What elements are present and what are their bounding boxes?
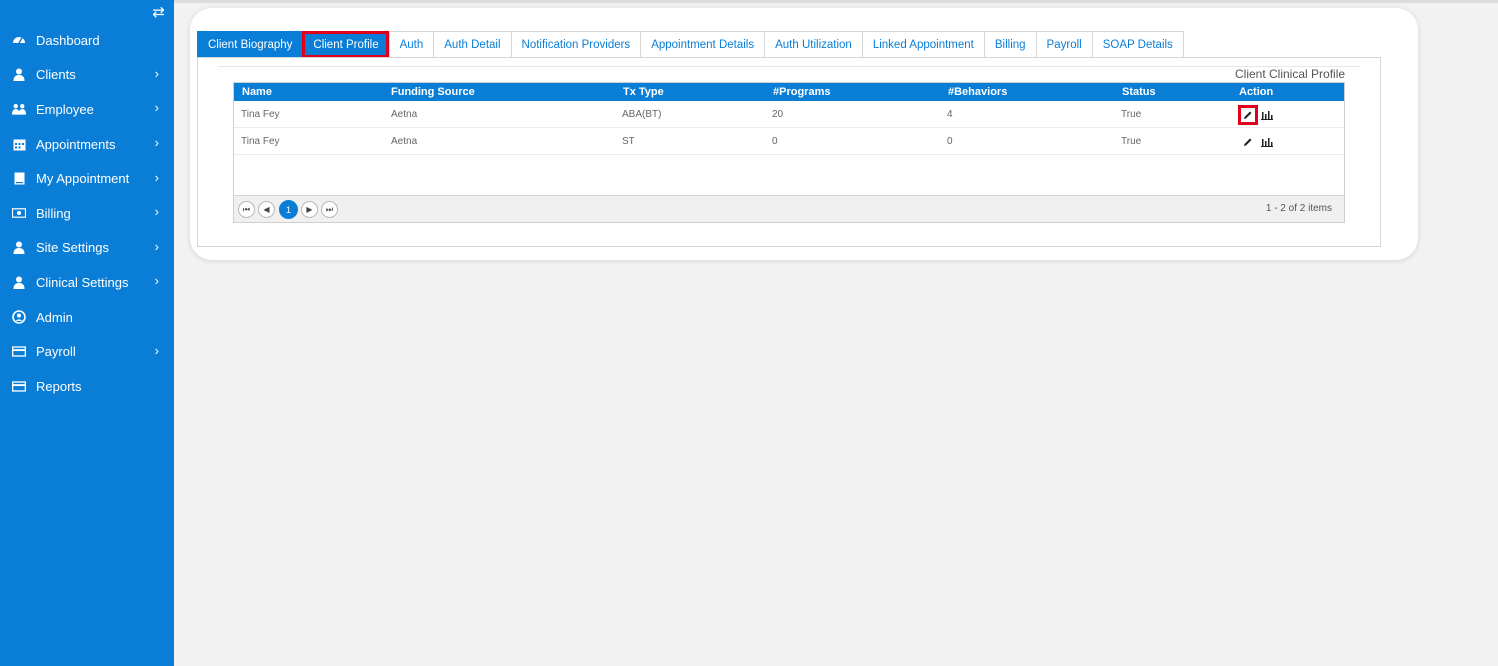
bar-chart-icon: [1261, 111, 1273, 120]
panel-title: Client Clinical Profile: [1235, 67, 1346, 81]
user-icon: [12, 275, 26, 289]
sidebar-item-employee[interactable]: Employee ›: [0, 92, 174, 127]
sidebar-item-label: Billing: [36, 205, 71, 221]
column-header-tx-type[interactable]: Tx Type: [623, 86, 664, 98]
tab-auth-utilization[interactable]: Auth Utilization: [764, 31, 862, 58]
clinical-profile-grid: Name Funding Source Tx Type #Programs #B…: [233, 82, 1345, 223]
column-header-behaviors[interactable]: #Behaviors: [948, 86, 1007, 98]
column-header-funding-source[interactable]: Funding Source: [391, 86, 475, 98]
table-row: Tina Fey Aetna ABA(BT) 20 4 True: [234, 101, 1344, 128]
user-icon: [12, 68, 26, 82]
cell-tx-type: ST: [622, 136, 635, 147]
tab-billing[interactable]: Billing: [983, 31, 1036, 58]
page-1-button[interactable]: 1: [279, 200, 298, 219]
chevron-right-icon: ›: [154, 135, 159, 151]
card-icon: [12, 379, 26, 393]
sidebar-item-label: Payroll: [36, 344, 76, 360]
column-header-status[interactable]: Status: [1122, 86, 1156, 98]
cell-funding-source: Aetna: [391, 109, 418, 120]
edit-button[interactable]: [1238, 132, 1258, 152]
dashboard-icon: [12, 33, 26, 47]
sidebar-item-label: Admin: [36, 309, 73, 325]
chart-button[interactable]: [1260, 108, 1274, 122]
cell-status: True: [1121, 109, 1142, 120]
tab-bar: Client Biography Client Profile Auth Aut…: [197, 31, 1184, 58]
calendar-icon: [12, 137, 26, 151]
sidebar-item-label: Employee: [36, 101, 94, 117]
sidebar-item-billing[interactable]: Billing ›: [0, 196, 174, 231]
user-icon: [12, 241, 26, 255]
edit-button[interactable]: [1238, 105, 1258, 125]
sidebar-item-label: Reports: [36, 378, 82, 394]
sidebar-toggle-icon[interactable]: ⇄: [152, 5, 165, 20]
bar-chart-icon: [1261, 138, 1273, 147]
sidebar-item-site-settings[interactable]: Site Settings ›: [0, 231, 174, 266]
sidebar-item-label: Clients: [36, 67, 76, 83]
cell-status: True: [1121, 136, 1142, 147]
sidebar-item-label: My Appointment: [36, 171, 130, 187]
grid-pager: ⏮ ◀ 1 ▶ ⏭ 1 - 2 of 2 items: [234, 195, 1344, 222]
chevron-right-icon: ›: [154, 65, 159, 81]
sidebar-nav: Dashboard Clients › Employee › Appointme…: [0, 23, 174, 404]
tab-auth-detail[interactable]: Auth Detail: [433, 31, 511, 58]
table-row: Tina Fey Aetna ST 0 0 True: [234, 128, 1344, 155]
pager-info: 1 - 2 of 2 items: [1265, 203, 1332, 214]
tab-auth[interactable]: Auth: [388, 31, 434, 58]
tab-payroll[interactable]: Payroll: [1035, 31, 1092, 58]
tab-linked-appointment[interactable]: Linked Appointment: [861, 31, 984, 58]
chart-button[interactable]: [1260, 135, 1274, 149]
cell-funding-source: Aetna: [391, 136, 418, 147]
book-icon: [12, 172, 26, 186]
first-page-button[interactable]: ⏮: [238, 201, 255, 218]
cell-programs: 0: [772, 136, 778, 147]
sidebar-item-label: Appointments: [36, 136, 116, 152]
cell-name: Tina Fey: [241, 109, 280, 120]
chevron-right-icon: ›: [154, 238, 159, 254]
panel-divider: [218, 66, 1360, 67]
sidebar-item-label: Clinical Settings: [36, 274, 129, 290]
user-circle-icon: [12, 310, 26, 324]
sidebar-item-label: Site Settings: [36, 240, 109, 256]
users-icon: [12, 102, 26, 116]
next-page-button[interactable]: ▶: [301, 201, 318, 218]
sidebar-item-appointments[interactable]: Appointments ›: [0, 127, 174, 162]
cell-behaviors: 4: [947, 109, 953, 120]
grid-header: Name Funding Source Tx Type #Programs #B…: [234, 83, 1344, 101]
sidebar-item-label: Dashboard: [36, 32, 100, 48]
sidebar-item-my-appointment[interactable]: My Appointment ›: [0, 161, 174, 196]
chevron-right-icon: ›: [154, 273, 159, 289]
cell-behaviors: 0: [947, 136, 953, 147]
tab-client-biography[interactable]: Client Biography: [197, 31, 303, 58]
column-header-programs[interactable]: #Programs: [773, 86, 830, 98]
pencil-icon: [1244, 138, 1252, 146]
pencil-icon: [1244, 111, 1252, 119]
chevron-right-icon: ›: [154, 100, 159, 116]
tab-appointment-details[interactable]: Appointment Details: [640, 31, 765, 58]
chevron-right-icon: ›: [154, 169, 159, 185]
tab-notification-providers[interactable]: Notification Providers: [510, 31, 641, 58]
cell-tx-type: ABA(BT): [622, 109, 662, 120]
row-actions: [1238, 105, 1278, 125]
chevron-right-icon: ›: [154, 204, 159, 220]
tab-client-profile[interactable]: Client Profile: [302, 31, 389, 58]
column-header-name[interactable]: Name: [242, 86, 272, 98]
sidebar: ⇄ Dashboard Clients › Employee › Appoint…: [0, 0, 174, 666]
sidebar-item-admin[interactable]: Admin: [0, 300, 174, 335]
cell-name: Tina Fey: [241, 136, 280, 147]
sidebar-item-dashboard[interactable]: Dashboard: [0, 23, 174, 58]
row-actions: [1238, 133, 1278, 151]
chevron-right-icon: ›: [154, 342, 159, 358]
prev-page-button[interactable]: ◀: [258, 201, 275, 218]
tab-soap-details[interactable]: SOAP Details: [1091, 31, 1184, 58]
cell-programs: 20: [772, 109, 784, 120]
money-icon: [12, 206, 26, 220]
sidebar-item-clients[interactable]: Clients ›: [0, 58, 174, 93]
sidebar-item-payroll[interactable]: Payroll ›: [0, 334, 174, 369]
sidebar-item-reports[interactable]: Reports: [0, 369, 174, 404]
sidebar-item-clinical-settings[interactable]: Clinical Settings ›: [0, 265, 174, 300]
top-strip: [174, 0, 1498, 3]
column-header-action: Action: [1239, 86, 1274, 98]
card-icon: [12, 345, 26, 359]
last-page-button[interactable]: ⏭: [321, 201, 338, 218]
